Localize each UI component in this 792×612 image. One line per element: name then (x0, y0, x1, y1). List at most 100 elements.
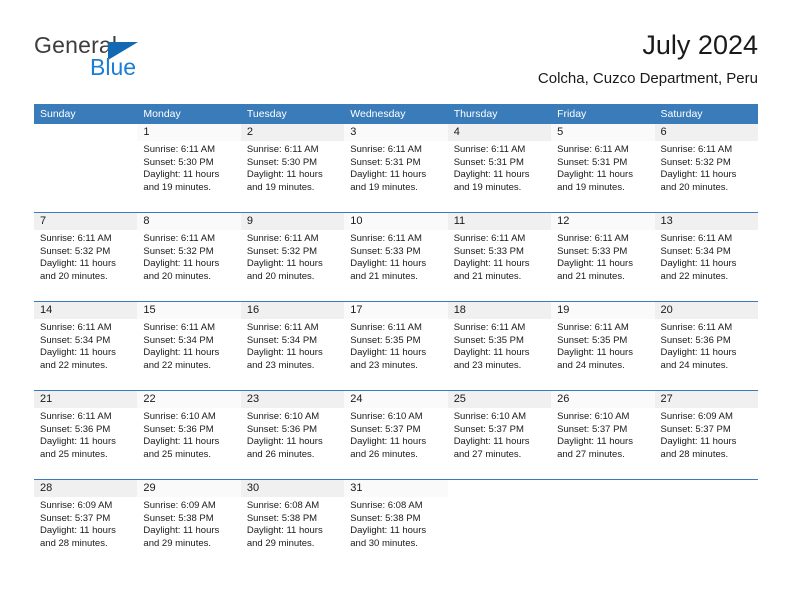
daylight-text-line1: Daylight: 11 hours (453, 169, 530, 181)
page-title: July 2024 (642, 30, 758, 60)
calendar-day-cell[interactable]: 24 Sunrise: 6:10 AM Sunset: 5:37 PM Dayligh… (344, 391, 448, 479)
daylight-text-line1: Daylight: 11 hours (246, 525, 323, 537)
daylight-text-line1: Daylight: 11 hours (557, 169, 633, 181)
calendar-week-row: 14 Sunrise: 6:11 AM Sunset: 5:34 PM Dayligh… (34, 301, 758, 390)
day-details: Sunrise: 6:11 AM Sunset: 5:31 PM Daylight:… (344, 141, 447, 194)
calendar-day-cell[interactable]: 18 Sunrise: 6:11 AM Sunset: 5:35 PM Dayligh… (447, 302, 552, 390)
daylight-text-line2: and 27 minutes. (453, 448, 522, 460)
day-number-bar: 18 (447, 302, 552, 319)
day-details (34, 141, 137, 144)
day-number-bar: 31 (344, 480, 448, 497)
day-details: Sunrise: 6:11 AM Sunset: 5:34 PM Daylight:… (34, 319, 137, 372)
sunrise-text: Sunrise: 6:11 AM (660, 233, 733, 244)
daylight-text-line1: Daylight: 11 hours (660, 436, 737, 448)
day-number: 5 (557, 126, 564, 138)
daylight-text-line1: Daylight: 11 hours (453, 258, 530, 270)
sunrise-text: Sunrise: 6:11 AM (350, 144, 422, 155)
generalblue-logo[interactable]: General Blue (34, 32, 254, 88)
day-number-bar: 4 (447, 124, 552, 141)
day-number: 26 (557, 393, 570, 405)
day-number-bar (655, 480, 758, 497)
day-number-bar: 28 (34, 480, 138, 497)
sunrise-text: Sunrise: 6:11 AM (557, 233, 629, 244)
sunrise-text: Sunrise: 6:11 AM (350, 233, 422, 244)
daylight-text-line2: and 26 minutes. (350, 448, 418, 460)
calendar-day-cell[interactable]: 4 Sunrise: 6:11 AM Sunset: 5:31 PM Daylight… (447, 124, 552, 212)
daylight-text-line2: and 30 minutes. (350, 537, 418, 549)
day-number-bar: 8 (137, 213, 241, 230)
calendar-day-cell[interactable]: 13 Sunrise: 6:11 AM Sunset: 5:34 PM Dayligh… (654, 213, 758, 301)
day-number-bar: 3 (344, 124, 448, 141)
day-number-bar: 6 (654, 124, 758, 141)
sunset-text: Sunset: 5:34 PM (246, 334, 318, 346)
day-details: Sunrise: 6:11 AM Sunset: 5:30 PM Daylight:… (241, 141, 344, 194)
calendar-day-cell[interactable]: 5 Sunrise: 6:11 AM Sunset: 5:31 PM Daylight… (551, 124, 655, 212)
calendar-day-cell[interactable]: 1 Sunrise: 6:11 AM Sunset: 5:30 PM Daylight… (137, 124, 241, 212)
sunset-text: Sunset: 5:32 PM (40, 245, 111, 257)
daylight-text-line1: Daylight: 11 hours (350, 258, 427, 270)
sunset-text: Sunset: 5:31 PM (350, 156, 421, 168)
calendar-day-cell[interactable]: 7 Sunrise: 6:11 AM Sunset: 5:32 PM Daylight… (34, 213, 138, 301)
calendar-day-cell[interactable]: 9 Sunrise: 6:11 AM Sunset: 5:32 PM Daylight… (240, 213, 345, 301)
day-number: 2 (246, 126, 253, 138)
calendar-day-cell[interactable]: 16 Sunrise: 6:11 AM Sunset: 5:34 PM Dayligh… (240, 302, 345, 390)
day-details: Sunrise: 6:11 AM Sunset: 5:34 PM Daylight:… (241, 319, 344, 372)
daylight-text-line1: Daylight: 11 hours (246, 436, 323, 448)
day-details: Sunrise: 6:11 AM Sunset: 5:35 PM Daylight:… (344, 319, 447, 372)
weekday-header-wednesday: Wednesday (350, 108, 406, 120)
day-details: Sunrise: 6:10 AM Sunset: 5:36 PM Daylight:… (241, 408, 344, 461)
weekday-header-row: Sunday Monday Tuesday Wednesday Thursday Frid… (34, 104, 758, 124)
calendar-day-cell[interactable]: 11 Sunrise: 6:11 AM Sunset: 5:33 PM Dayligh… (447, 213, 552, 301)
calendar-day-cell[interactable]: 17 Sunrise: 6:11 AM Sunset: 5:35 PM Dayligh… (344, 302, 448, 390)
sunset-text: Sunset: 5:36 PM (40, 423, 111, 435)
calendar-cell-empty (654, 480, 758, 568)
calendar-day-cell[interactable]: 2 Sunrise: 6:11 AM Sunset: 5:30 PM Daylight… (240, 124, 345, 212)
day-number: 23 (246, 393, 260, 405)
calendar-day-cell[interactable]: 22 Sunrise: 6:10 AM Sunset: 5:36 PM Dayligh… (137, 391, 241, 479)
calendar-day-cell[interactable]: 3 Sunrise: 6:11 AM Sunset: 5:31 PM Daylight… (344, 124, 448, 212)
sunrise-text: Sunrise: 6:11 AM (453, 233, 526, 244)
calendar-day-cell[interactable]: 12 Sunrise: 6:11 AM Sunset: 5:33 PM Dayligh… (551, 213, 655, 301)
daylight-text-line1: Daylight: 11 hours (557, 436, 633, 448)
calendar-day-cell[interactable]: 10 Sunrise: 6:11 AM Sunset: 5:33 PM Dayligh… (344, 213, 448, 301)
day-number-bar: 25 (447, 391, 552, 408)
daylight-text-line1: Daylight: 11 hours (246, 169, 323, 181)
sunrise-text: Sunrise: 6:11 AM (40, 233, 112, 244)
day-details: Sunrise: 6:11 AM Sunset: 5:32 PM Daylight:… (655, 141, 758, 194)
day-details: Sunrise: 6:09 AM Sunset: 5:38 PM Daylight:… (137, 497, 240, 550)
calendar-week-row: 28 Sunrise: 6:09 AM Sunset: 5:37 PM Dayligh… (34, 479, 758, 568)
day-details: Sunrise: 6:11 AM Sunset: 5:34 PM Daylight:… (655, 230, 758, 283)
calendar-day-cell[interactable]: 8 Sunrise: 6:11 AM Sunset: 5:32 PM Daylight… (137, 213, 241, 301)
day-number-bar: 7 (34, 213, 138, 230)
sunset-text: Sunset: 5:37 PM (453, 423, 524, 435)
sunset-text: Sunset: 5:37 PM (660, 423, 731, 435)
calendar-day-cell[interactable]: 26 Sunrise: 6:10 AM Sunset: 5:37 PM Dayligh… (551, 391, 655, 479)
calendar-day-cell[interactable]: 23 Sunrise: 6:10 AM Sunset: 5:36 PM Dayligh… (240, 391, 345, 479)
calendar-day-cell[interactable]: 15 Sunrise: 6:11 AM Sunset: 5:34 PM Dayligh… (137, 302, 241, 390)
sunset-text: Sunset: 5:33 PM (350, 245, 421, 257)
day-details: Sunrise: 6:11 AM Sunset: 5:31 PM Daylight:… (551, 141, 654, 194)
day-details: Sunrise: 6:10 AM Sunset: 5:37 PM Daylight:… (551, 408, 654, 461)
calendar-day-cell[interactable]: 29 Sunrise: 6:09 AM Sunset: 5:38 PM Dayligh… (137, 480, 241, 568)
calendar-day-cell[interactable]: 19 Sunrise: 6:11 AM Sunset: 5:35 PM Dayligh… (551, 302, 655, 390)
daylight-text-line1: Daylight: 11 hours (143, 169, 220, 181)
calendar-day-cell[interactable]: 31 Sunrise: 6:08 AM Sunset: 5:38 PM Dayligh… (344, 480, 448, 568)
calendar-day-cell[interactable]: 28 Sunrise: 6:09 AM Sunset: 5:37 PM Dayligh… (34, 480, 138, 568)
calendar-day-cell[interactable]: 20 Sunrise: 6:11 AM Sunset: 5:36 PM Dayligh… (654, 302, 758, 390)
calendar-day-cell[interactable]: 14 Sunrise: 6:11 AM Sunset: 5:34 PM Dayligh… (34, 302, 138, 390)
day-details: Sunrise: 6:11 AM Sunset: 5:32 PM Daylight:… (34, 230, 137, 283)
day-number: 16 (246, 304, 260, 316)
sunrise-text: Sunrise: 6:11 AM (143, 233, 216, 244)
calendar-day-cell[interactable]: 27 Sunrise: 6:09 AM Sunset: 5:37 PM Dayligh… (654, 391, 758, 479)
calendar-day-cell[interactable]: 30 Sunrise: 6:08 AM Sunset: 5:38 PM Dayligh… (240, 480, 345, 568)
day-number: 10 (350, 215, 363, 227)
calendar-day-cell[interactable]: 25 Sunrise: 6:10 AM Sunset: 5:37 PM Dayligh… (447, 391, 552, 479)
calendar-day-cell[interactable]: 6 Sunrise: 6:11 AM Sunset: 5:32 PM Daylight… (654, 124, 758, 212)
sunset-text: Sunset: 5:34 PM (143, 334, 214, 346)
day-number: 25 (453, 393, 466, 405)
day-number: 4 (453, 126, 460, 138)
calendar-day-cell[interactable]: 21 Sunrise: 6:11 AM Sunset: 5:36 PM Dayligh… (34, 391, 138, 479)
daylight-text-line2: and 20 minutes. (246, 270, 315, 282)
title-block: July 2024 Colcha, Cuzco Department, Peru (538, 28, 758, 90)
day-number: 24 (350, 393, 363, 405)
